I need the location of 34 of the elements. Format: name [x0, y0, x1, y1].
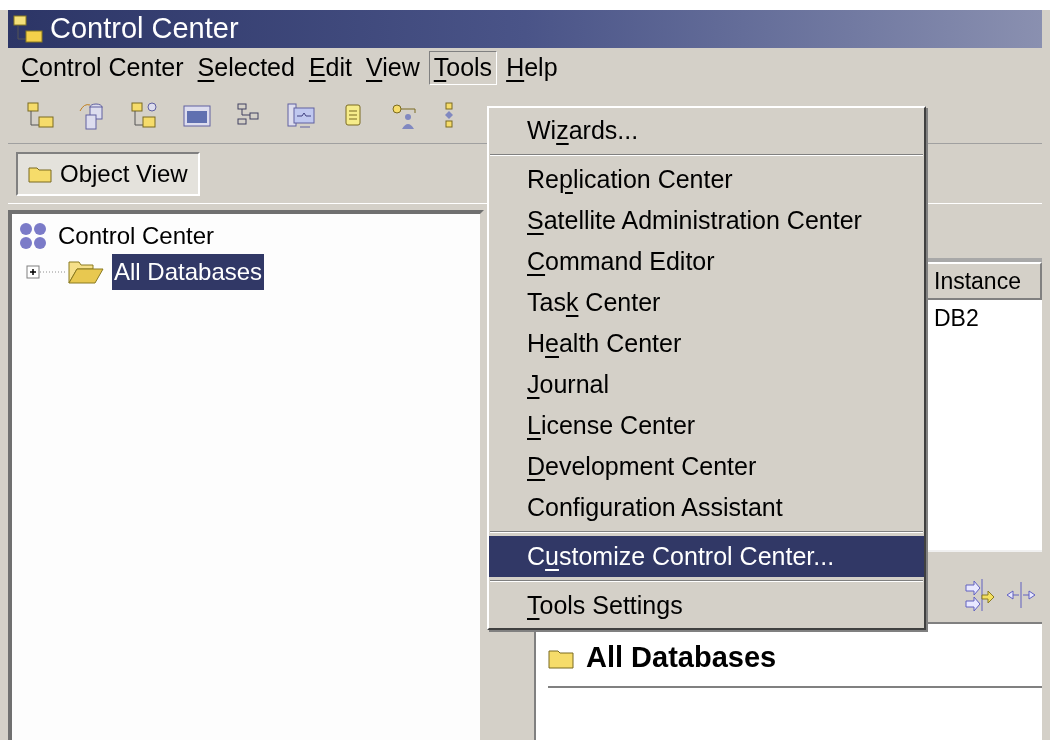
- open-folder-icon: [68, 259, 104, 285]
- menu-item[interactable]: Replication Center: [489, 159, 924, 200]
- arrows-out-icon: [1006, 580, 1036, 610]
- folder-user-icon[interactable]: [130, 100, 160, 131]
- expand-icon[interactable]: [26, 265, 68, 279]
- menu-item[interactable]: Wizards...: [489, 110, 924, 151]
- window-title: Control Center: [50, 11, 239, 47]
- tree-item[interactable]: All Databases: [112, 254, 265, 290]
- cluster-icon: [18, 221, 48, 251]
- menu-item[interactable]: Customize Control Center...: [489, 536, 924, 577]
- table-cell-text: DB2: [933, 303, 980, 333]
- menu-item[interactable]: Edit: [303, 51, 357, 85]
- menu-item[interactable]: Control Center: [16, 51, 189, 85]
- object-view-tab[interactable]: Object View: [16, 151, 200, 196]
- menu-item[interactable]: Journal: [489, 364, 924, 405]
- menu-item[interactable]: View: [361, 51, 425, 85]
- tree-item[interactable]: Control Center: [56, 218, 217, 254]
- menu-item[interactable]: Satellite Administration Center: [489, 200, 924, 241]
- menu-item[interactable]: Help: [501, 51, 563, 85]
- menu-item[interactable]: License Center: [489, 405, 924, 446]
- monitor-icon[interactable]: [286, 100, 316, 131]
- menu-item[interactable]: Development Center: [489, 446, 924, 487]
- menu-item[interactable]: Selected: [192, 51, 300, 85]
- arrows-in-icon: [964, 577, 994, 613]
- menu-item[interactable]: Tools Settings: [489, 585, 924, 626]
- section-heading: All Databases: [586, 640, 777, 675]
- folder-tree-icon: [12, 14, 46, 44]
- menu-item[interactable]: Configuration Assistant: [489, 487, 924, 528]
- menu-item[interactable]: Tools: [428, 51, 498, 85]
- folder-icon: [28, 164, 52, 183]
- menu-item[interactable]: Task Center: [489, 282, 924, 323]
- menu-item[interactable]: Command Editor: [489, 241, 924, 282]
- menu-item[interactable]: Health Center: [489, 323, 924, 364]
- folder-tree-icon[interactable]: [26, 100, 56, 131]
